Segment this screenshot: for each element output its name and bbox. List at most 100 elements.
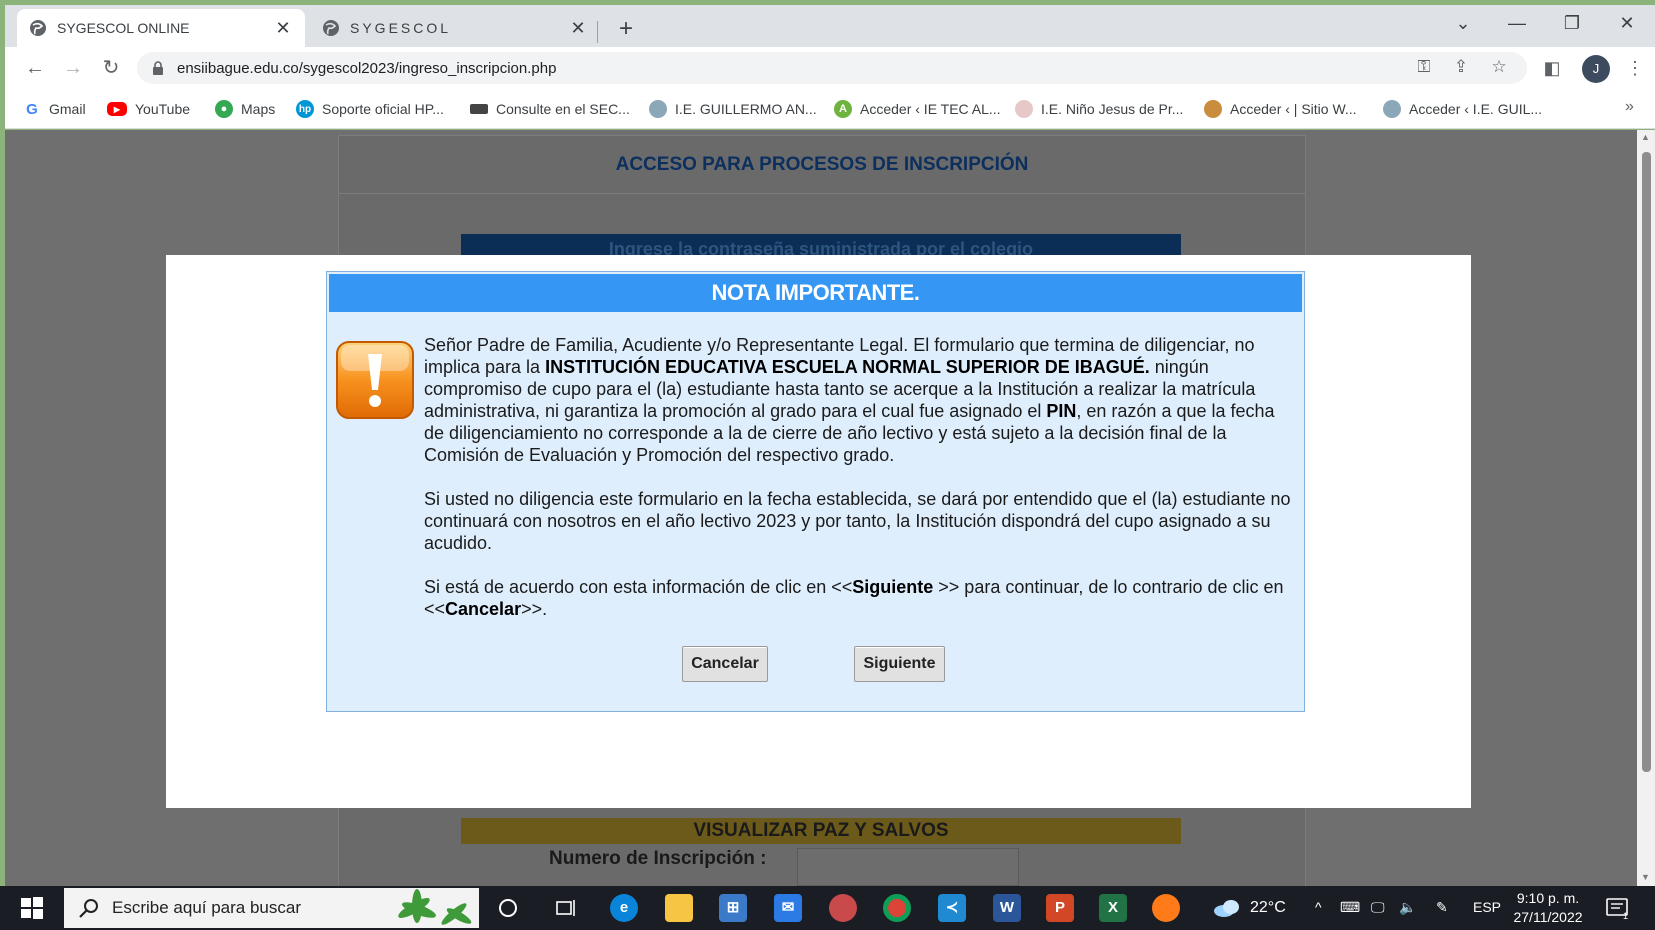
youtube-icon: ▶ bbox=[107, 102, 127, 116]
taskbar-search[interactable]: Escribe aquí para buscar bbox=[64, 888, 479, 928]
paint-icon[interactable] bbox=[829, 894, 857, 922]
bookmark-label: Maps bbox=[241, 101, 276, 117]
task-view-icon[interactable] bbox=[552, 894, 580, 922]
lock-icon bbox=[153, 61, 163, 75]
close-icon[interactable]: ✕ bbox=[273, 18, 293, 39]
next-button[interactable]: Siguiente bbox=[854, 646, 945, 682]
tab-title: SYGESCOL ONLINE bbox=[57, 20, 190, 36]
svg-text:1: 1 bbox=[1623, 911, 1628, 920]
paz-salvos-bar[interactable]: VISUALIZAR PAZ Y SALVOS bbox=[461, 818, 1181, 844]
profile-avatar[interactable]: J bbox=[1582, 55, 1610, 83]
inscripcion-input[interactable] bbox=[797, 848, 1019, 886]
school-icon bbox=[1204, 100, 1222, 118]
tab-search-chevron-icon[interactable]: ⌄ bbox=[1448, 13, 1478, 34]
tab-sygescol-online[interactable]: SYGESCOL ONLINE ✕ bbox=[17, 9, 305, 47]
bookmark-label: Acceder ‹ I.E. GUIL... bbox=[1409, 101, 1543, 117]
tab-sygescol[interactable]: SYGESCOL ✕ bbox=[310, 9, 600, 47]
temperature: 22°C bbox=[1250, 899, 1286, 916]
chevron-up-icon[interactable]: ^ bbox=[1315, 899, 1322, 915]
mail-icon[interactable]: ✉ bbox=[774, 894, 802, 922]
menu-kebab-icon[interactable]: ⋮ bbox=[1622, 55, 1648, 81]
school-icon bbox=[649, 100, 667, 118]
new-tab-button[interactable]: + bbox=[613, 15, 639, 43]
pen-icon[interactable]: ✎ bbox=[1436, 899, 1448, 916]
keyboard-ime-icon[interactable]: ⌨ bbox=[1340, 899, 1360, 916]
important-note-dialog: NOTA IMPORTANTE. Señor Padre de Familia,… bbox=[326, 271, 1305, 712]
sec-icon bbox=[470, 104, 488, 114]
dialog-message: Señor Padre de Familia, Acudiente y/o Re… bbox=[424, 334, 1296, 642]
scroll-up-icon[interactable]: ▲ bbox=[1641, 132, 1650, 142]
double-chevron-right-icon[interactable]: » bbox=[1625, 98, 1634, 116]
school-icon: A bbox=[834, 100, 852, 118]
bookmark-label: Soporte oficial HP... bbox=[322, 101, 444, 117]
restore-icon[interactable]: ❐ bbox=[1557, 13, 1587, 34]
cortana-circle-icon[interactable] bbox=[494, 894, 522, 922]
microsoft-store-icon[interactable]: ⊞ bbox=[719, 894, 747, 922]
pin-label: PIN bbox=[1046, 401, 1077, 421]
bookmark-label: Consulte en el SEC... bbox=[496, 101, 630, 117]
page-scrollbar[interactable]: ▲ ▼ bbox=[1637, 130, 1655, 886]
school-icon bbox=[1383, 100, 1401, 118]
bookmark-guillermo[interactable]: I.E. GUILLERMO AN... bbox=[649, 98, 817, 120]
dialog-paragraph-1: Señor Padre de Familia, Acudiente y/o Re… bbox=[424, 335, 1275, 465]
weather-widget[interactable]: 22°C bbox=[1212, 898, 1286, 918]
key-icon[interactable]: ⚿ bbox=[1412, 55, 1436, 79]
bookmark-label: YouTube bbox=[135, 101, 191, 117]
bookmark-nino-jesus[interactable]: I.E. Niño Jesus de Pr... bbox=[1015, 98, 1183, 120]
bookmark-gmail[interactable]: G Gmail bbox=[23, 98, 86, 120]
edge-icon[interactable]: e bbox=[610, 894, 638, 922]
window-close-icon[interactable]: ✕ bbox=[1612, 13, 1642, 34]
excel-icon[interactable]: X bbox=[1099, 894, 1127, 922]
notification-icon[interactable]: 1 bbox=[1606, 898, 1630, 920]
bookmark-youtube[interactable]: ▶ YouTube bbox=[107, 98, 190, 120]
windows-taskbar: Escribe aquí para buscar e ⊞ ✉ ≺ W P X 2… bbox=[0, 886, 1655, 930]
globe-icon bbox=[323, 20, 339, 36]
word-icon[interactable]: W bbox=[993, 894, 1021, 922]
scroll-down-icon[interactable]: ▼ bbox=[1641, 872, 1650, 882]
bookmark-sec[interactable]: Consulte en el SEC... bbox=[470, 98, 630, 120]
bookmark-label: I.E. GUILLERMO AN... bbox=[675, 101, 817, 117]
bookmark-sitio-w[interactable]: Acceder ‹ | Sitio W... bbox=[1204, 98, 1357, 120]
powerpoint-icon[interactable]: P bbox=[1046, 894, 1074, 922]
inscripcion-label: Numero de Inscripción : bbox=[549, 848, 767, 869]
firefox-icon[interactable] bbox=[1152, 894, 1180, 922]
scroll-thumb[interactable] bbox=[1642, 152, 1651, 772]
bookmark-hp[interactable]: hp Soporte oficial HP... bbox=[296, 98, 444, 120]
volume-icon[interactable]: 🔈 bbox=[1399, 899, 1416, 916]
school-icon bbox=[1015, 100, 1033, 118]
bookmark-maps[interactable]: ● Maps bbox=[215, 98, 275, 120]
system-clock[interactable]: 9:10 p. m. 27/11/2022 bbox=[1508, 889, 1588, 927]
page-title: ACCESO PARA PROCESOS DE INSCRIPCIÓN bbox=[339, 136, 1305, 194]
browser-toolbar: ← → ↻ ensiibague.edu.co/sygescol2023/ing… bbox=[5, 47, 1655, 89]
google-icon: G bbox=[23, 100, 41, 118]
minimize-icon[interactable]: — bbox=[1502, 13, 1532, 34]
chrome-icon[interactable] bbox=[883, 894, 911, 922]
windows-start-icon[interactable] bbox=[20, 896, 44, 920]
language-indicator[interactable]: ESP bbox=[1473, 899, 1501, 915]
back-arrow-icon[interactable]: ← bbox=[21, 54, 49, 82]
url-text: ensiibague.edu.co/sygescol2023/ingreso_i… bbox=[177, 59, 557, 77]
file-explorer-icon[interactable] bbox=[665, 894, 693, 922]
bookmark-label: Acceder ‹ IE TEC AL... bbox=[860, 101, 1001, 117]
maps-pin-icon: ● bbox=[215, 100, 233, 118]
vscode-icon[interactable]: ≺ bbox=[938, 894, 966, 922]
share-icon[interactable]: ⇪ bbox=[1449, 55, 1473, 79]
bookmark-ie-tec[interactable]: A Acceder ‹ IE TEC AL... bbox=[834, 98, 1001, 120]
bookmark-guil[interactable]: Acceder ‹ I.E. GUIL... bbox=[1383, 98, 1542, 120]
address-bar[interactable]: ensiibague.edu.co/sygescol2023/ingreso_i… bbox=[137, 52, 1527, 84]
network-icon[interactable]: 🖵 bbox=[1371, 899, 1385, 916]
bookmark-label: Gmail bbox=[49, 101, 86, 117]
side-panel-icon[interactable]: ◧ bbox=[1539, 55, 1565, 81]
tab-title: SYGESCOL bbox=[350, 20, 452, 36]
clock-time: 9:10 p. m. bbox=[1516, 890, 1580, 906]
bookmarks-bar: G Gmail ▶ YouTube ● Maps hp Soporte ofic… bbox=[5, 89, 1655, 129]
cancel-button[interactable]: Cancelar bbox=[682, 646, 768, 682]
bookmark-label: I.E. Niño Jesus de Pr... bbox=[1041, 101, 1184, 117]
star-icon[interactable]: ☆ bbox=[1487, 55, 1511, 79]
page-viewport: ACCESO PARA PROCESOS DE INSCRIPCIÓN Ingr… bbox=[5, 130, 1637, 886]
tab-strip: SYGESCOL ONLINE ✕ SYGESCOL ✕ + ⌄ — ❐ ✕ bbox=[5, 5, 1655, 47]
search-placeholder: Escribe aquí para buscar bbox=[112, 898, 301, 917]
forward-arrow-icon[interactable]: → bbox=[59, 54, 87, 82]
close-icon[interactable]: ✕ bbox=[568, 18, 588, 39]
reload-icon[interactable]: ↻ bbox=[97, 54, 125, 82]
